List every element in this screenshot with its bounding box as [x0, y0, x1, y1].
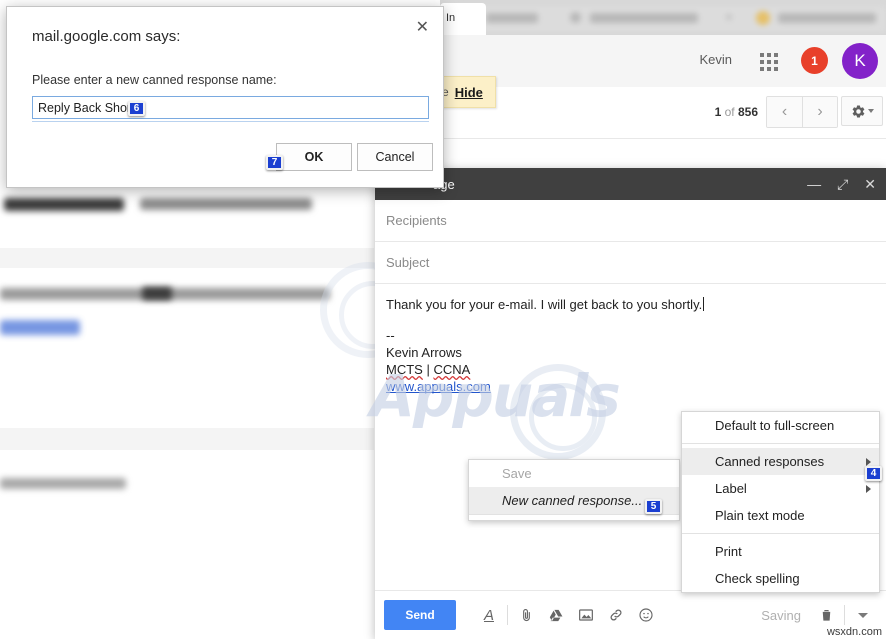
- save-status: Saving: [761, 608, 801, 623]
- compose-options-menu: Default to full-screen Canned responses …: [681, 411, 880, 593]
- chevron-right-icon[interactable]: ›: [802, 97, 837, 127]
- cert-ccna: CCNA: [433, 362, 470, 377]
- paperclip-icon[interactable]: [511, 600, 541, 630]
- submenu-section-save: Save: [469, 460, 679, 487]
- avatar[interactable]: K: [842, 43, 878, 79]
- dialog-input-underline: [32, 121, 429, 122]
- step-badge-5: 5: [645, 499, 662, 514]
- gmail-header: Kevin 1 K: [440, 35, 886, 87]
- cert-mcts: MCTS: [386, 362, 423, 377]
- close-icon[interactable]: ✕: [416, 20, 429, 36]
- recipients-field[interactable]: Recipients: [375, 200, 886, 242]
- canned-response-name-input[interactable]: [32, 96, 429, 119]
- step-badge-6: 6: [128, 101, 145, 116]
- active-tab-label: In: [446, 12, 455, 24]
- dialog-prompt-text: Please enter a new canned response name:: [32, 73, 277, 87]
- body-text: Thank you for your e-mail. I will get ba…: [386, 297, 702, 312]
- site-watermark: wsxdn.com: [827, 626, 882, 638]
- menu-separator-2: [682, 533, 879, 534]
- menu-label: Label: [715, 481, 747, 496]
- submenu-footer: [469, 514, 679, 520]
- menu-item-check-spelling[interactable]: Check spelling: [682, 565, 879, 592]
- text-caret: [703, 297, 704, 311]
- cert-separator: |: [426, 362, 429, 377]
- browser-tab-bar: [440, 0, 886, 35]
- toolbar-divider-2: [844, 605, 845, 625]
- chevron-down-icon: [868, 109, 874, 113]
- recipients-placeholder: Recipients: [386, 213, 447, 228]
- chevron-left-icon[interactable]: ‹: [767, 97, 802, 127]
- insert-photo-icon[interactable]: [571, 600, 601, 630]
- apps-grid-icon[interactable]: [760, 53, 778, 71]
- hide-tooltip: e Hide: [437, 76, 496, 108]
- pager-of: of: [725, 105, 735, 119]
- ok-button[interactable]: OK: [276, 143, 352, 171]
- pager-total: 856: [738, 105, 758, 119]
- javascript-prompt-dialog: mail.google.com says: ✕ Please enter a n…: [6, 6, 444, 188]
- signature-website-link[interactable]: www.appuals.com: [386, 379, 491, 394]
- close-icon[interactable]: ✕: [864, 177, 876, 191]
- menu-item-print[interactable]: Print: [682, 538, 879, 565]
- menu-label: Print: [715, 544, 742, 559]
- hide-link[interactable]: Hide: [455, 85, 483, 100]
- compose-title-bar: age — ⤢ ✕: [375, 168, 886, 200]
- menu-label: Check spelling: [715, 571, 800, 586]
- gear-icon[interactable]: [841, 96, 883, 126]
- submenu-arrow-icon: [866, 458, 871, 466]
- blurred-mail-background: [0, 180, 380, 639]
- menu-label: Default to full-screen: [715, 418, 834, 433]
- menu-item-plain-text-mode[interactable]: Plain text mode: [682, 502, 879, 529]
- subject-field[interactable]: Subject: [375, 242, 886, 284]
- blurred-tabs: [458, 6, 886, 32]
- menu-separator: [682, 443, 879, 444]
- pager-text: 1 of 856: [715, 105, 758, 119]
- signature-certs: MCTS | CCNA: [386, 361, 875, 378]
- compose-toolbar: Send A Saving: [375, 590, 886, 639]
- gmail-subtoolbar: 1 of 856 ‹ ›: [440, 87, 886, 139]
- signature-dashes: --: [386, 327, 875, 344]
- pager-current: 1: [715, 105, 722, 119]
- minimize-icon[interactable]: —: [807, 177, 821, 191]
- account-name: Kevin: [699, 52, 732, 67]
- menu-label: Plain text mode: [715, 508, 805, 523]
- step-badge-7: 7: [266, 155, 283, 170]
- dialog-title: mail.google.com says:: [32, 28, 180, 45]
- body-first-line: Thank you for your e-mail. I will get ba…: [386, 296, 875, 313]
- expand-icon[interactable]: ⤢: [837, 177, 848, 191]
- cancel-button[interactable]: Cancel: [357, 143, 433, 171]
- send-button[interactable]: Send: [384, 600, 456, 630]
- menu-label: Canned responses: [715, 454, 824, 469]
- google-drive-icon[interactable]: [541, 600, 571, 630]
- emoji-icon[interactable]: [631, 600, 661, 630]
- insert-link-icon[interactable]: [601, 600, 631, 630]
- menu-item-default-full-screen[interactable]: Default to full-screen: [682, 412, 879, 439]
- subject-placeholder: Subject: [386, 255, 429, 270]
- format-text-icon[interactable]: A: [474, 600, 504, 630]
- step-badge-4: 4: [865, 466, 882, 481]
- menu-item-label[interactable]: Label: [682, 475, 879, 502]
- signature-name: Kevin Arrows: [386, 344, 875, 361]
- toolbar-divider: [507, 605, 508, 625]
- pagination-controls: ‹ ›: [766, 96, 838, 128]
- menu-item-canned-responses[interactable]: Canned responses: [682, 448, 879, 475]
- submenu-arrow-icon: [866, 485, 871, 493]
- notification-badge[interactable]: 1: [801, 47, 828, 74]
- signature-block: -- Kevin Arrows MCTS | CCNA www.appuals.…: [386, 327, 875, 395]
- screenshot-root: In Kevin 1 K 1 of 856 ‹ › e Hide: [0, 0, 886, 639]
